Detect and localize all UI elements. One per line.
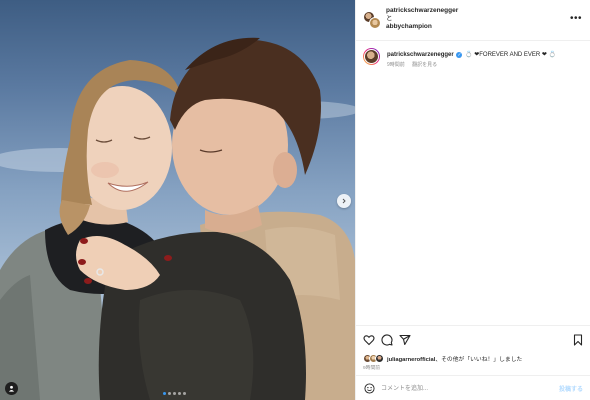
caption-avatar[interactable] bbox=[363, 48, 380, 65]
avatar bbox=[375, 353, 384, 363]
likes-suffix[interactable]: 、その他が「いいね！」しました bbox=[435, 357, 522, 363]
carousel-dot bbox=[183, 392, 186, 395]
more-icon: ••• bbox=[569, 13, 582, 24]
and-text: と bbox=[386, 15, 393, 22]
carousel-dot bbox=[173, 392, 176, 395]
couple-photo-illustration bbox=[0, 37, 355, 400]
post-timestamp: 9時間前 bbox=[363, 366, 381, 371]
more-options-button[interactable]: ••• bbox=[570, 14, 582, 24]
likes-text: juliagarnerofficial、その他が「いいね！」しました bbox=[387, 354, 522, 363]
caption-emoji: 💍 bbox=[465, 52, 473, 58]
share-icon[interactable] bbox=[399, 334, 411, 346]
account-primary-link[interactable]: patrickschwarzenegger bbox=[386, 7, 458, 15]
verified-badge-icon: ✓ bbox=[456, 52, 463, 58]
carousel-dot bbox=[178, 392, 181, 395]
action-bar: juliagarnerofficial、その他が「いいね！」しました 9時間前 bbox=[356, 325, 590, 371]
translate-link[interactable]: 翻訳を見る bbox=[412, 62, 437, 68]
post-sidebar: patrickschwarzenegger と abbychampion •••… bbox=[355, 0, 590, 400]
account-secondary-link[interactable]: abbychampion bbox=[386, 23, 432, 31]
next-slide-button[interactable] bbox=[337, 194, 351, 208]
caption-emoji: 💍 bbox=[548, 52, 557, 58]
bookmark-icon[interactable] bbox=[572, 334, 584, 346]
post-header: patrickschwarzenegger と abbychampion ••• bbox=[356, 0, 590, 41]
user-tag-button[interactable] bbox=[5, 382, 18, 395]
emoji-icon[interactable] bbox=[364, 383, 375, 394]
caption-body: ❤FOREVER AND EVER ❤ bbox=[474, 52, 547, 58]
chevron-right-icon bbox=[342, 198, 346, 204]
comment-icon[interactable] bbox=[381, 334, 393, 346]
heart-icon[interactable] bbox=[363, 334, 375, 346]
caption-username[interactable]: patrickschwarzenegger bbox=[387, 52, 454, 58]
likes-summary: juliagarnerofficial、その他が「いいね！」しました bbox=[363, 353, 522, 363]
post-photo[interactable] bbox=[0, 0, 355, 400]
caption-time[interactable]: 9時間前 bbox=[387, 62, 405, 68]
caption-text: patrickschwarzenegger ✓ 💍 ❤FOREVER AND E… bbox=[387, 51, 556, 59]
liked-by-username[interactable]: juliagarnerofficial bbox=[387, 357, 435, 363]
avatar bbox=[364, 49, 379, 64]
collab-avatars[interactable] bbox=[363, 11, 381, 29]
carousel-dot bbox=[163, 392, 166, 395]
post-comment-button[interactable]: 投稿する bbox=[559, 384, 583, 393]
avatar bbox=[369, 17, 381, 29]
carousel-indicator bbox=[163, 392, 186, 395]
comment-bar: 投稿する bbox=[356, 375, 590, 400]
comment-input[interactable] bbox=[381, 382, 546, 395]
user-tag-icon bbox=[8, 385, 15, 392]
carousel-dot bbox=[168, 392, 171, 395]
caption-meta: 9時間前 翻訳を見る bbox=[387, 61, 437, 68]
